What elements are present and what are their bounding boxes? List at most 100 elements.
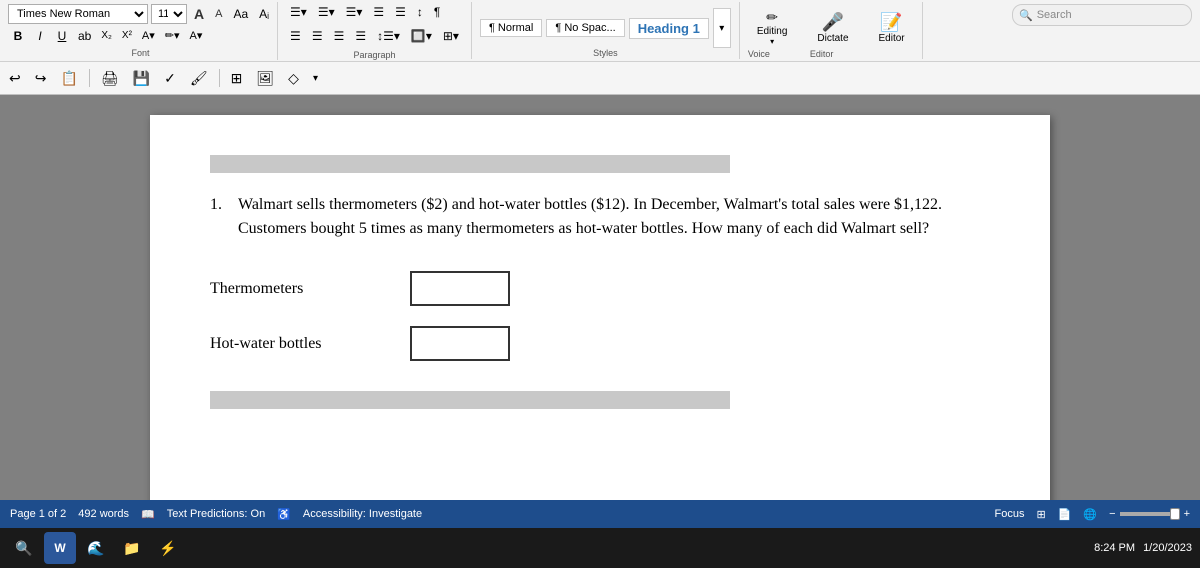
view-web-btn[interactable]: 🌐 (1083, 508, 1097, 521)
editing-btn[interactable]: ✏ Editing ▾ (748, 6, 797, 49)
font-name-select[interactable]: Times New Roman (8, 4, 148, 24)
taskbar-edge[interactable]: 🌊 (80, 532, 112, 564)
align-left-btn[interactable]: ☰ (286, 26, 305, 46)
view-print-btn[interactable]: 📄 (1058, 508, 1072, 521)
decrease-indent-btn[interactable]: ☰ (369, 2, 388, 22)
strikethrough-btn[interactable]: ab (74, 26, 95, 46)
thermometers-row: Thermometers (210, 271, 990, 306)
ribbon-top: 🔍 Search Times New Roman 11 A A Aa Aᵢ B … (0, 0, 1200, 62)
multilevel-btn[interactable]: ☰▾ (342, 2, 367, 22)
check-btn[interactable]: ✓ (159, 65, 181, 91)
taskbar: 🔍 W 🌊 📁 ⚡ 8:24 PM 1/20/2023 (0, 528, 1200, 568)
pilcrow-btn[interactable]: ¶ (430, 2, 444, 22)
superscript-btn[interactable]: X² (118, 26, 136, 46)
para-row-2: ☰ ☰ ☰ ☰ ↕☰▾ 🔲▾ ⊞▾ (286, 26, 463, 46)
aa-dropdown-btn[interactable]: Aa (229, 4, 252, 24)
ribbon: 🔍 Search Times New Roman 11 A A Aa Aᵢ B … (0, 0, 1200, 95)
gray-bar-bottom (210, 391, 730, 409)
view-grid-btn[interactable]: ⊞ (1037, 508, 1046, 521)
ribbon-toolbar: ↩ ↪ 📋 🖨 💾 ✓ 🖌 ⊞ 🖼 ◇ ▾ (0, 62, 1200, 94)
font-color-btn[interactable]: A▾ (138, 26, 159, 46)
border-btn[interactable]: ⊞▾ (439, 26, 463, 46)
search-icon: 🔍 (1019, 9, 1033, 22)
bold-btn[interactable]: B (8, 26, 28, 46)
styles-dropdown[interactable]: ▾ (713, 8, 731, 48)
clipboard-btn[interactable]: 📋 (55, 65, 82, 91)
image-btn[interactable]: 🖼 (251, 65, 279, 91)
align-center-btn[interactable]: ☰ (308, 26, 327, 46)
toolbar-separator-2 (219, 69, 220, 87)
sort-btn[interactable]: ↕ (413, 2, 427, 22)
zoom-slider[interactable]: − + (1109, 508, 1190, 520)
dictate-btn[interactable]: 🎤 Dictate (808, 9, 857, 47)
font-color2-btn[interactable]: A▾ (186, 26, 207, 46)
editor-btn[interactable]: 📝 Editor (870, 9, 914, 47)
editor-icon: 📝 (880, 12, 902, 33)
font-group: Times New Roman 11 A A Aa Aᵢ B I U ab X₂… (4, 2, 278, 60)
paragraph-label: Paragraph (286, 50, 463, 60)
style-no-spacing[interactable]: ¶ No Spac... (546, 19, 624, 37)
increase-indent-btn[interactable]: ☰ (391, 2, 410, 22)
highlight-btn[interactable]: ✏▾ (161, 26, 184, 46)
zoom-track[interactable] (1120, 512, 1180, 516)
taskbar-explorer[interactable]: 📁 (116, 532, 148, 564)
italic-btn[interactable]: I (30, 26, 50, 46)
save-btn[interactable]: 💾 (128, 65, 155, 91)
zoom-plus[interactable]: + (1184, 508, 1190, 520)
thermometers-label: Thermometers (210, 277, 390, 301)
arrow-down-btn[interactable]: ▾ (308, 65, 323, 91)
font-size-select[interactable]: 11 (151, 4, 187, 24)
problem-body[interactable]: Walmart sells thermometers ($2) and hot-… (238, 193, 990, 241)
redo-btn[interactable]: ↪ (30, 65, 52, 91)
format-paint-btn[interactable]: 🖌 (185, 65, 213, 91)
accessibility-status[interactable]: Accessibility: Investigate (303, 508, 422, 520)
font-label: Font (8, 48, 273, 58)
style-heading1[interactable]: Heading 1 (629, 18, 709, 39)
voice-label: Voice (748, 49, 770, 59)
font-name-row: Times New Roman 11 A A Aa Aᵢ (8, 4, 273, 24)
accessibility-icon: ♿ (277, 508, 291, 521)
status-right: Focus ⊞ 📄 🌐 − + (995, 508, 1190, 521)
status-bar: Page 1 of 2 492 words 📖 Text Predictions… (0, 500, 1200, 528)
gray-bar-top (210, 155, 730, 173)
align-right-btn[interactable]: ☰ (330, 26, 349, 46)
taskbar-app1[interactable]: ⚡ (152, 532, 184, 564)
editing-label: Editing (757, 26, 788, 37)
align-justify-btn[interactable]: ☰ (351, 26, 370, 46)
font-grow-btn[interactable]: A (190, 4, 208, 24)
subscript-btn[interactable]: X₂ (97, 26, 116, 46)
hot-water-label: Hot-water bottles (210, 332, 390, 356)
format-eraser-btn[interactable]: Aᵢ (255, 4, 273, 24)
taskbar-word[interactable]: W (44, 532, 76, 564)
hot-water-input[interactable] (410, 326, 510, 361)
word-count: 492 words (78, 508, 129, 520)
style-normal[interactable]: ¶ Normal (480, 19, 542, 37)
editing-icon: ✏ (766, 9, 778, 26)
focus-btn[interactable]: Focus (995, 508, 1025, 520)
document-content: 1.Walmart sells thermometers ($2) and ho… (210, 155, 990, 409)
font-shrink-btn[interactable]: A (211, 4, 226, 24)
shading-btn[interactable]: 🔲▾ (407, 26, 436, 46)
table-btn[interactable]: ⊞ (226, 65, 248, 91)
toolbar-separator-1 (89, 69, 90, 87)
zoom-minus[interactable]: − (1109, 508, 1115, 520)
para-row-1: ☰▾ ☰▾ ☰▾ ☰ ☰ ↕ ¶ (286, 2, 463, 22)
document-area: 1.Walmart sells thermometers ($2) and ho… (0, 95, 1200, 500)
list-btn[interactable]: ☰▾ (286, 2, 311, 22)
page-info: Page 1 of 2 (10, 508, 66, 520)
underline-btn[interactable]: U (52, 26, 72, 46)
format-row: B I U ab X₂ X² A▾ ✏▾ A▾ (8, 26, 273, 46)
thermometers-input[interactable] (410, 271, 510, 306)
taskbar-date: 1/20/2023 (1143, 542, 1192, 554)
taskbar-right: 8:24 PM 1/20/2023 (1094, 542, 1192, 554)
taskbar-search[interactable]: 🔍 (8, 532, 40, 564)
search-box[interactable]: 🔍 Search (1012, 4, 1192, 26)
indent-btn[interactable]: ☰▾ (314, 2, 339, 22)
voice-editor-row: ✏ Editing ▾ 🎤 Dictate 📝 Editor (748, 6, 914, 49)
text-predictions[interactable]: Text Predictions: On (167, 508, 265, 520)
line-spacing-btn[interactable]: ↕☰▾ (373, 26, 404, 46)
search-placeholder: Search (1037, 9, 1072, 21)
print-btn[interactable]: 🖨 (96, 65, 124, 91)
shapes-btn[interactable]: ◇ (283, 65, 304, 91)
undo-btn[interactable]: ↩ (4, 65, 26, 91)
